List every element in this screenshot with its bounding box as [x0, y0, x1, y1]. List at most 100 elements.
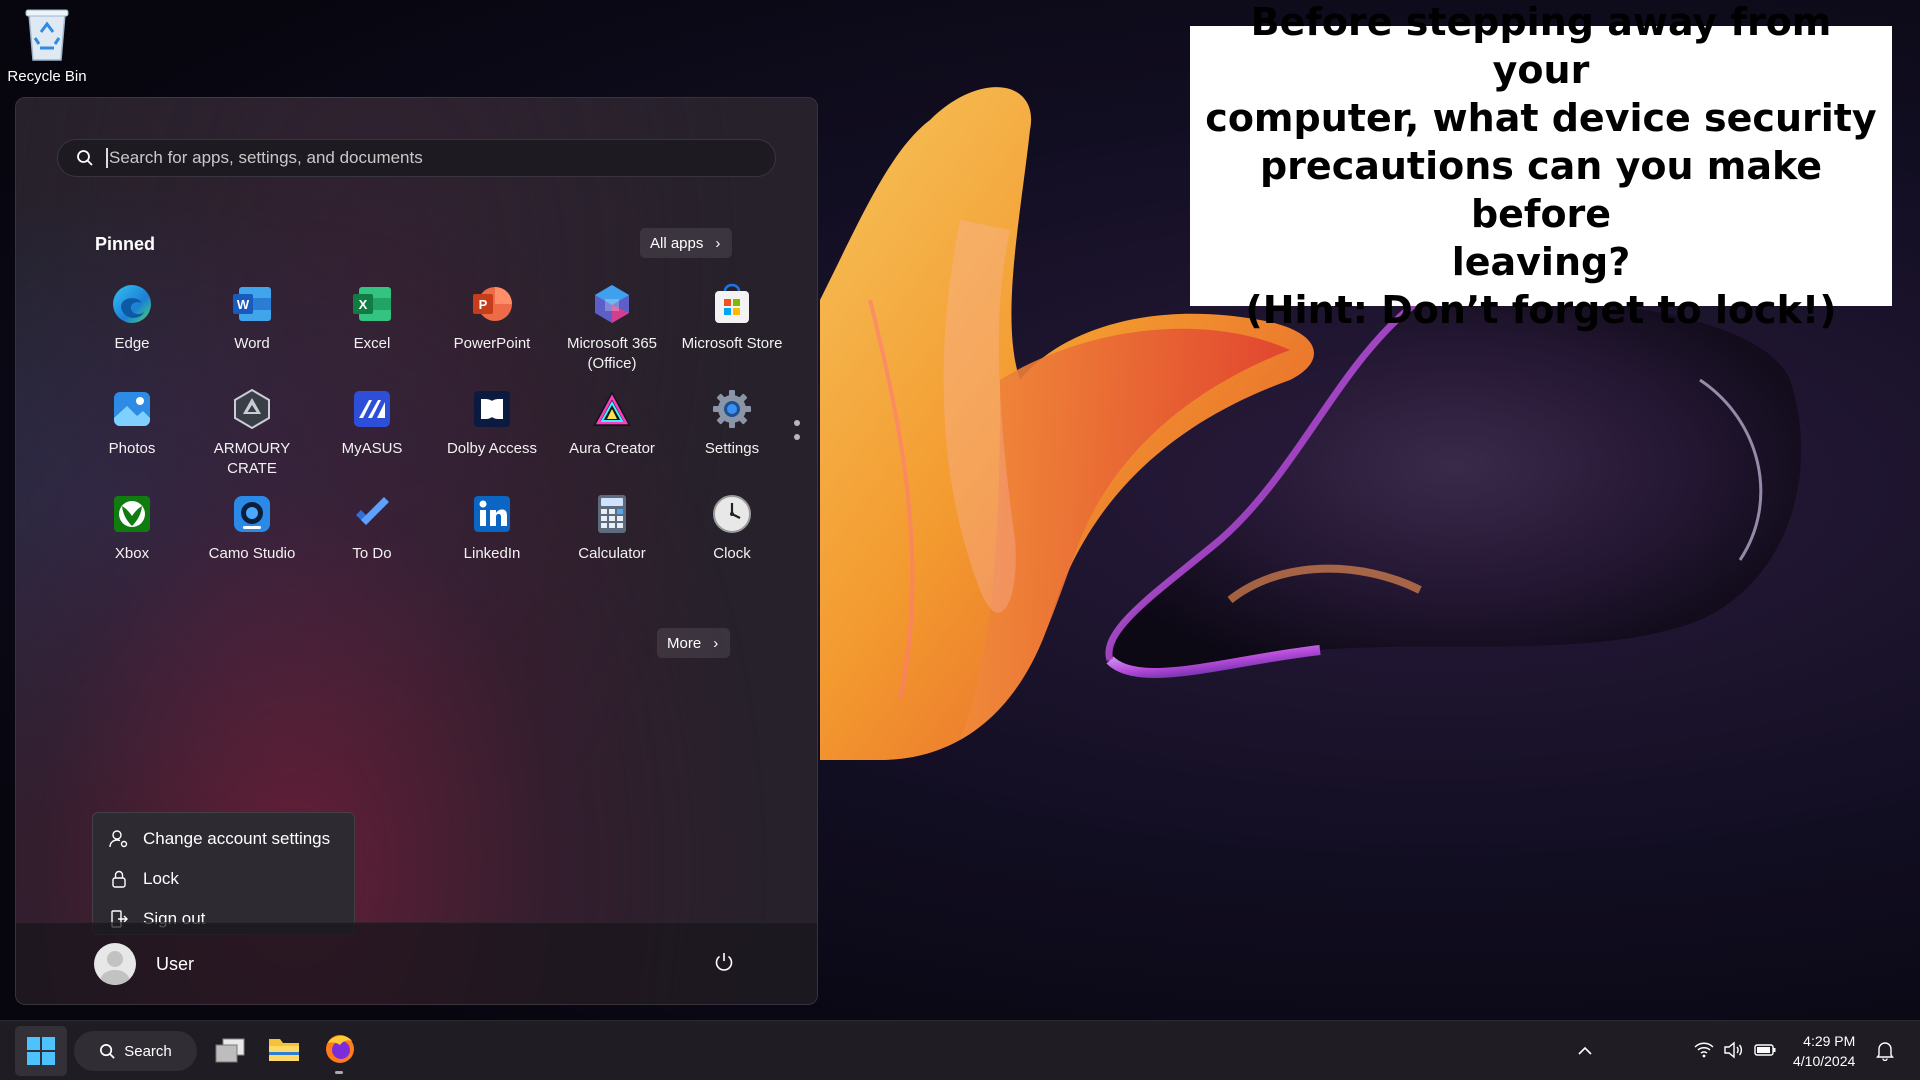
excel-icon: X — [351, 283, 393, 325]
pinned-app-photos[interactable]: Photos — [72, 388, 192, 493]
app-label: Clock — [713, 545, 751, 562]
page-dot — [794, 434, 800, 440]
edge-icon — [111, 283, 153, 325]
start-button[interactable] — [15, 1026, 67, 1076]
power-icon — [715, 953, 733, 971]
app-label: Photos — [108, 440, 156, 457]
pinned-app-clock[interactable]: Clock — [672, 493, 792, 598]
folder-icon — [269, 1039, 299, 1061]
note-line: Before stepping away from your — [1250, 0, 1832, 92]
user-account-button[interactable]: User — [94, 943, 194, 985]
pinned-app-aura-creator[interactable]: Aura Creator — [552, 388, 672, 493]
wifi-button[interactable] — [1693, 1039, 1715, 1061]
app-label: Calculator — [578, 545, 646, 562]
search-icon — [77, 150, 93, 166]
wifi-icon — [1694, 1042, 1714, 1058]
chevron-up-icon — [1578, 1046, 1592, 1055]
pinned-app-xbox[interactable]: Xbox — [72, 493, 192, 598]
recycle-bin-icon — [25, 9, 69, 61]
menu-item-label: Lock — [143, 869, 179, 888]
firefox-button[interactable] — [322, 1031, 358, 1067]
pinned-app-powerpoint[interactable]: P PowerPoint — [432, 283, 552, 388]
battery-icon — [1754, 1044, 1776, 1056]
clock-time: 4:29 PM — [1803, 1033, 1856, 1049]
app-label: Microsoft Store — [681, 335, 783, 352]
app-label: Edge — [114, 335, 150, 352]
pinned-app-linkedin[interactable]: LinkedIn — [432, 493, 552, 598]
page-indicator[interactable] — [794, 420, 800, 440]
dolby-icon — [471, 388, 513, 430]
pinned-app-to-do[interactable]: To Do — [312, 493, 432, 598]
note-line: computer, what device security — [1205, 96, 1877, 140]
pinned-app-armoury-crate[interactable]: ARMOURY CRATE — [192, 388, 312, 493]
more-label: More — [667, 634, 702, 652]
pinned-app-myasus[interactable]: MyASUS — [312, 388, 432, 493]
pinned-app-word[interactable]: W Word — [192, 283, 312, 388]
pinned-app-dolby-access[interactable]: Dolby Access — [432, 388, 552, 493]
aura-creator-icon — [591, 388, 633, 430]
start-menu-footer: User — [16, 922, 817, 1004]
volume-button[interactable] — [1722, 1039, 1744, 1061]
app-label: Excel — [353, 335, 391, 352]
camo-studio-icon — [231, 493, 273, 535]
taskbar-clock[interactable]: 4:29 PM 4/10/2024 — [1793, 1031, 1855, 1071]
settings-gear-icon — [711, 388, 753, 430]
myasus-icon — [351, 388, 393, 430]
pinned-app-camo-studio[interactable]: Camo Studio — [192, 493, 312, 598]
more-recommended-button[interactable]: More › — [657, 628, 731, 658]
app-label: Camo Studio — [208, 545, 296, 562]
recycle-bin-label: Recycle Bin — [7, 68, 87, 85]
file-explorer-button[interactable] — [266, 1031, 302, 1067]
running-indicator — [335, 1071, 343, 1074]
svg-text:W: W — [237, 297, 250, 312]
power-button[interactable] — [713, 951, 735, 978]
store-icon — [711, 283, 753, 325]
chevron-right-icon: › — [713, 634, 719, 652]
firefox-icon — [326, 1035, 354, 1063]
account-flyout-menu: Change account settings Lock Sign out — [92, 812, 355, 935]
powerpoint-icon: P — [471, 283, 513, 325]
battery-button[interactable] — [1753, 1039, 1777, 1061]
note-line: leaving? — [1451, 240, 1631, 284]
search-icon — [100, 1043, 115, 1059]
pinned-app-microsoft-store[interactable]: Microsoft Store — [672, 283, 792, 388]
photos-icon — [111, 388, 153, 430]
avatar — [94, 943, 136, 985]
pinned-app-calculator[interactable]: Calculator — [552, 493, 672, 598]
app-label: LinkedIn — [463, 545, 521, 562]
bell-icon — [1876, 1042, 1894, 1061]
app-label: MyASUS — [341, 440, 403, 457]
pinned-section-title: Pinned — [95, 234, 156, 254]
pinned-app-edge[interactable]: Edge — [72, 283, 192, 388]
task-view-button[interactable] — [212, 1033, 248, 1069]
svg-text:X: X — [359, 297, 368, 312]
account-settings-icon — [109, 830, 128, 848]
all-apps-button[interactable]: All apps › — [640, 228, 733, 258]
recycle-bin-desktop-icon[interactable]: Recycle Bin — [4, 4, 90, 92]
clock-date: 4/10/2024 — [1793, 1053, 1856, 1069]
start-menu: Pinned All apps › Edge W Word X Excel P PowerP… — [15, 97, 818, 1005]
note-line: precautions can you make before — [1259, 144, 1822, 236]
taskbar-search-label: Search — [124, 1042, 172, 1060]
start-search-input[interactable] — [106, 148, 746, 168]
start-search-box[interactable] — [57, 139, 776, 177]
word-icon: W — [231, 283, 273, 325]
taskbar-search-button[interactable]: Search — [74, 1031, 197, 1071]
change-account-settings-item[interactable]: Change account settings — [93, 819, 354, 859]
app-label: Xbox — [114, 545, 150, 562]
pinned-app-settings[interactable]: Settings — [672, 388, 792, 493]
armoury-crate-icon — [231, 388, 273, 430]
instruction-note: Before stepping away from your computer,… — [1190, 0, 1892, 332]
default-user-icon — [99, 951, 131, 985]
pinned-app-microsoft-365-office[interactable]: Microsoft 365 (Office) — [552, 283, 672, 388]
notifications-button[interactable] — [1874, 1039, 1896, 1063]
pinned-app-excel[interactable]: X Excel — [312, 283, 432, 388]
user-name: User — [156, 953, 195, 974]
speaker-icon — [1724, 1041, 1743, 1059]
lock-item[interactable]: Lock — [93, 859, 354, 899]
lock-icon — [112, 870, 126, 888]
app-label: Settings — [704, 440, 760, 457]
svg-text:P: P — [479, 297, 488, 312]
show-hidden-icons-button[interactable] — [1573, 1039, 1597, 1063]
task-view-icon — [215, 1038, 245, 1063]
